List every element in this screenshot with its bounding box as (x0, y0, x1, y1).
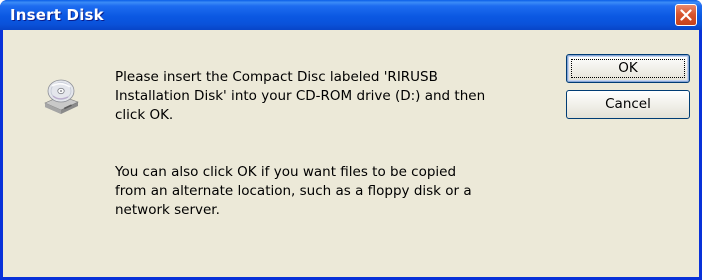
dialog-body: Please insert the Compact Disc labeled '… (3, 30, 699, 277)
close-icon (680, 9, 692, 21)
dialog-title: Insert Disk (10, 6, 104, 24)
message-text: Please insert the Compact Disc labeled '… (115, 49, 555, 239)
title-bar[interactable]: Insert Disk (0, 0, 702, 30)
insert-disk-dialog: Insert Disk Please insert the Compact Di… (0, 0, 702, 280)
message-paragraph-insert-disc: Please insert the Compact Disc labeled '… (115, 69, 486, 123)
cd-drive-icon (44, 79, 79, 114)
ok-button[interactable]: OK (566, 54, 690, 83)
cancel-button[interactable]: Cancel (566, 90, 690, 119)
message-paragraph-alternate-location: You can also click OK if you want files … (115, 164, 472, 218)
close-button[interactable] (675, 4, 697, 26)
